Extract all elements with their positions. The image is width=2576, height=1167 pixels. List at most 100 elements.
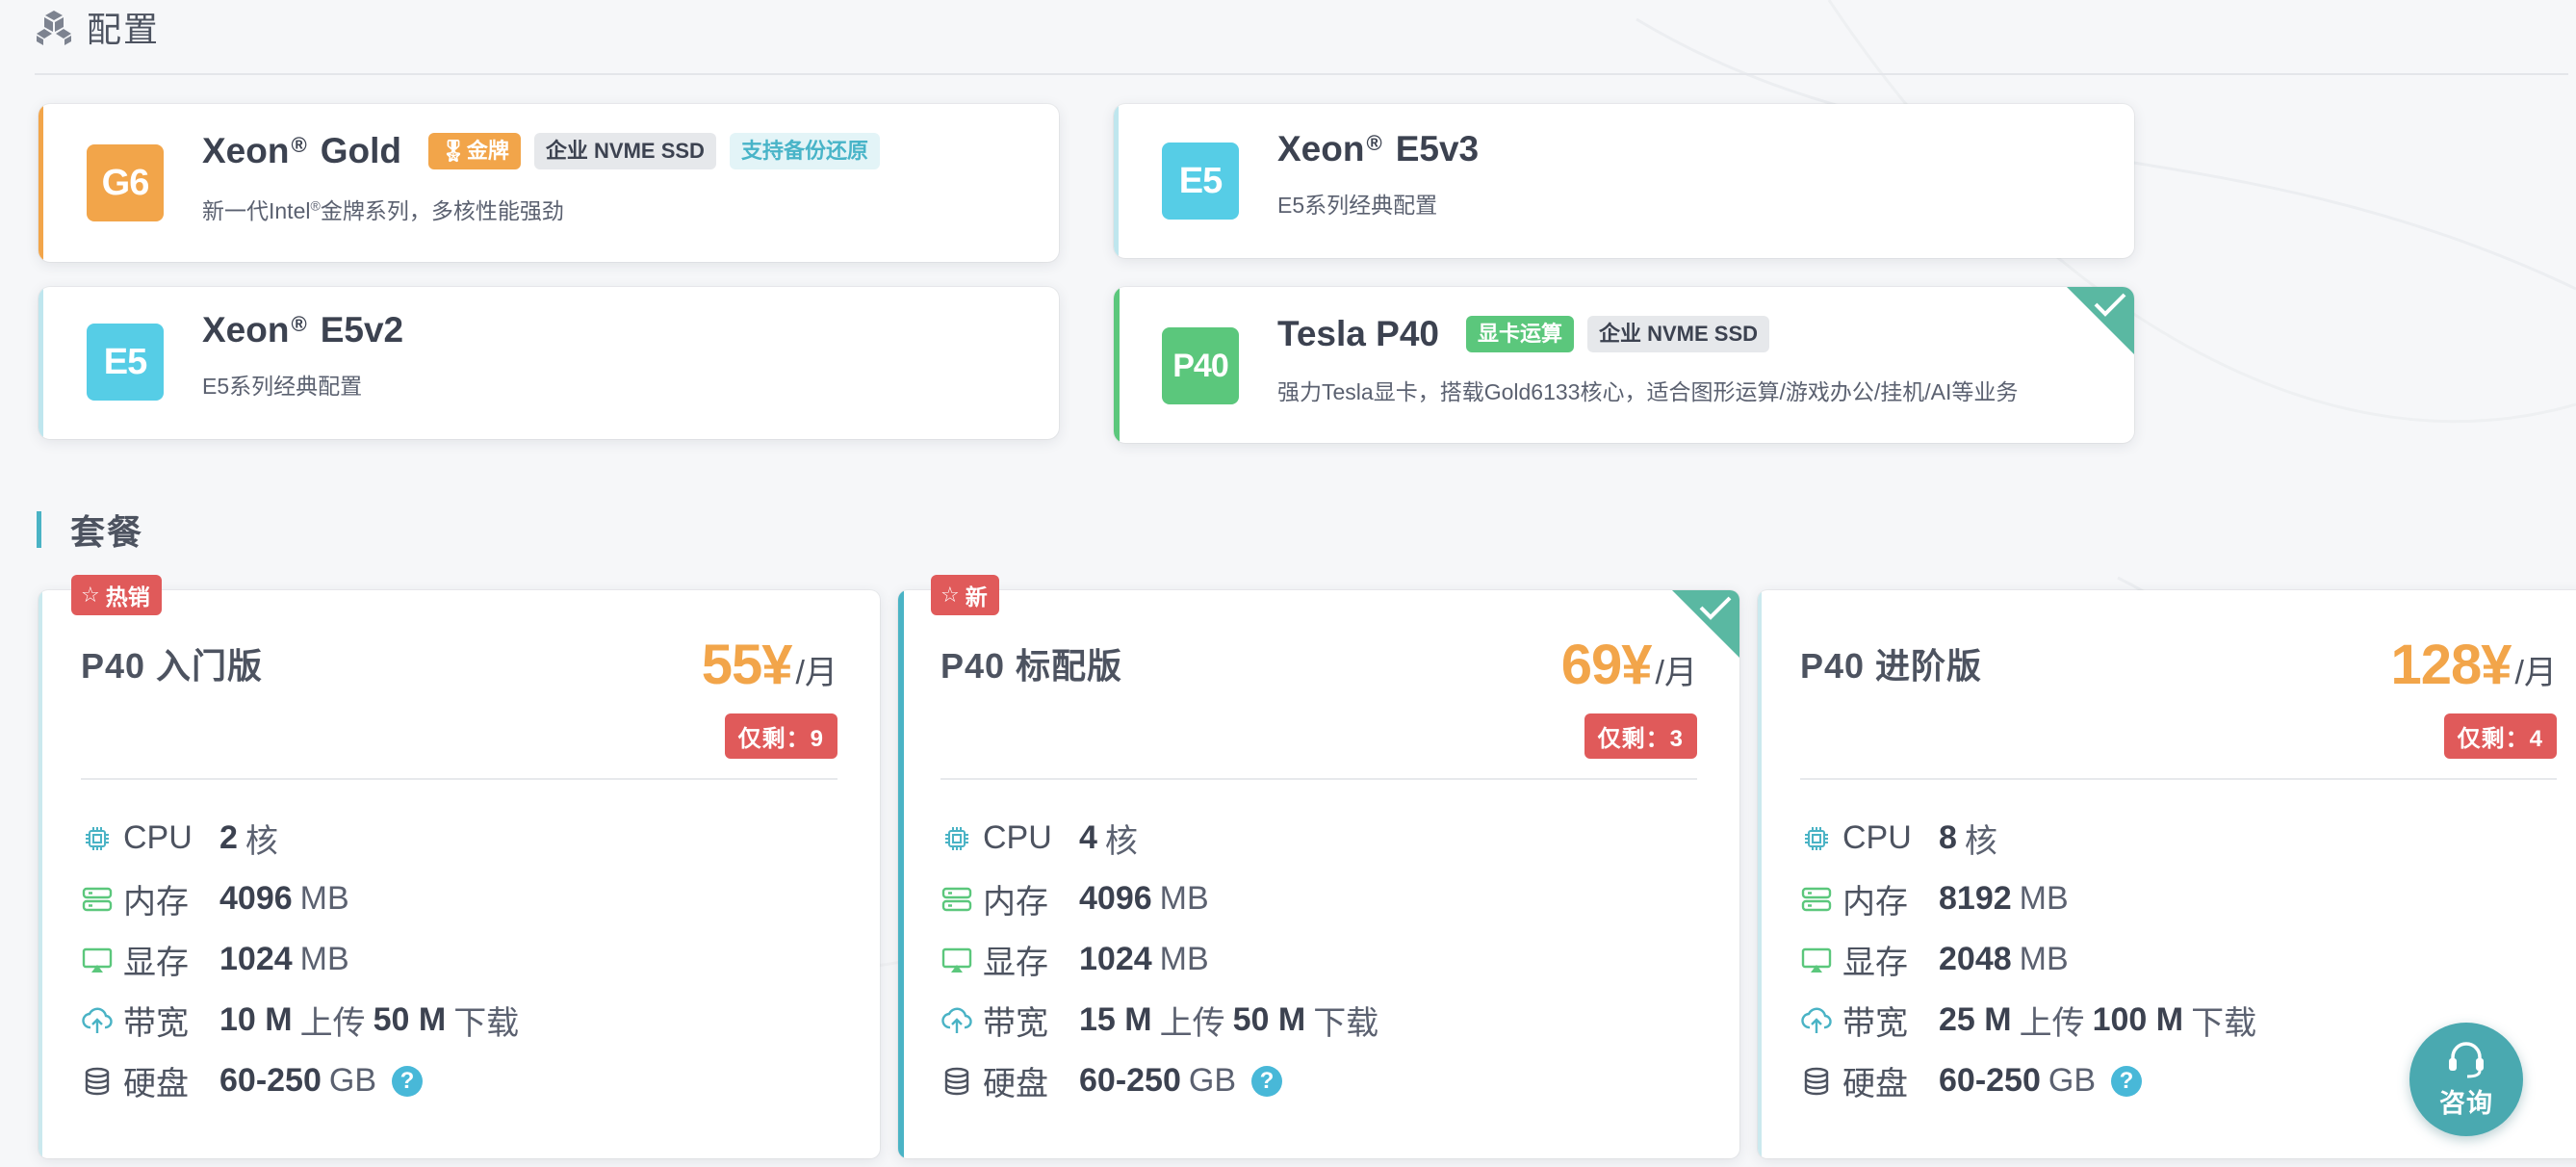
spec-unit: GB — [328, 1062, 376, 1099]
display-icon — [940, 944, 973, 976]
plan-name: P40 标配版 — [940, 646, 1123, 686]
plan-price: 128¥/月 — [2391, 633, 2557, 697]
spec-unit: MB — [1159, 941, 1209, 977]
spec-unit: GB — [2048, 1062, 2096, 1099]
config-name: Xeon ® E5v2 — [202, 310, 403, 350]
spec-value: 1024 — [219, 941, 293, 977]
spec-unit: GB — [1188, 1062, 1236, 1099]
database-icon — [1800, 1065, 1833, 1098]
hot-badge: ☆ 热销 — [71, 575, 162, 615]
packages-title: 套餐 — [70, 512, 144, 552]
card-accent-edge — [1114, 287, 1120, 443]
config-card-xeon-e5v2[interactable]: E5 Xeon ® E5v2 E5系列经典配置 — [39, 287, 1059, 439]
upload-icon — [1800, 1004, 1833, 1037]
spec-label: 带宽 — [123, 1005, 189, 1042]
plan-card-basic[interactable]: P40 入门版 55¥/月 仅剩：9 CPU 2 核 内存 4096 MB 显存 1024… — [39, 590, 880, 1158]
spec-unit: 下载 — [2191, 1005, 2257, 1042]
stock-badge: 仅剩：4 — [2443, 713, 2557, 759]
spec-value: 100 M — [2092, 1001, 2184, 1038]
config-name-suffix: E5v3 — [1395, 129, 1480, 169]
spec-vram: 显存 1024 MB — [81, 929, 527, 990]
config-description: E5系列经典配置 — [1277, 193, 1438, 218]
config-tags: 显卡运算 企业 NVME SSD — [1465, 316, 1770, 352]
spec-label: 硬盘 — [1842, 1066, 1908, 1102]
star-icon: ☆ — [940, 583, 960, 607]
config-name-suffix: Gold — [320, 131, 401, 170]
spec-unit: 下载 — [453, 1005, 520, 1042]
spec-label: 显存 — [123, 945, 189, 981]
config-name-suffix: E5v2 — [320, 310, 404, 350]
config-card-tesla-p40[interactable]: P40 Tesla P40 显卡运算 企业 NVME SSD 强力Tesla显卡… — [1114, 287, 2134, 443]
config-name-text: Xeon — [1277, 129, 1365, 169]
help-icon[interactable]: ? — [1251, 1065, 1282, 1097]
config-name: Xeon ® E5v3 — [1277, 129, 1479, 169]
spec-unit: 上传 — [2019, 1005, 2085, 1042]
packages-section-header: 套餐 — [37, 510, 143, 552]
spec-label: 显存 — [1842, 945, 1908, 981]
consult-button[interactable]: 咨询 — [2409, 1023, 2523, 1136]
cube-icon — [37, 11, 71, 45]
new-badge-label: 新 — [965, 584, 988, 609]
help-icon[interactable]: ? — [2111, 1065, 2142, 1097]
card-accent-edge — [39, 590, 42, 1158]
spec-disk: 硬盘 60-250 GB? — [940, 1050, 1386, 1111]
memory-icon — [1800, 883, 1833, 916]
spec-label: 内存 — [1842, 884, 1908, 921]
display-icon — [81, 944, 114, 976]
help-icon[interactable]: ? — [392, 1065, 423, 1097]
tag-gold: 🎖金牌 — [427, 133, 521, 169]
registered-mark: ® — [291, 312, 307, 336]
plan-card-standard[interactable]: P40 标配版 69¥/月 仅剩：3 CPU 4 核 内存 4096 MB 显存 1024… — [898, 590, 1739, 1158]
display-icon — [1800, 944, 1833, 976]
spec-value: 2 — [219, 819, 238, 856]
hot-badge-label: 热销 — [105, 584, 150, 609]
spec-label: 内存 — [123, 884, 189, 921]
check-icon — [2094, 293, 2126, 317]
spec-memory: 内存 4096 MB — [81, 869, 527, 929]
config-name-text: Xeon — [202, 131, 290, 170]
spec-unit: 上传 — [299, 1005, 366, 1042]
stock-badge: 仅剩：3 — [1584, 713, 1697, 759]
spec-label: 带宽 — [1842, 1005, 1908, 1042]
plan-name: P40 入门版 — [81, 646, 264, 686]
tag-gold-label: 金牌 — [466, 139, 509, 163]
config-card-xeon-e5v3[interactable]: E5 Xeon ® E5v3 E5系列经典配置 — [1114, 104, 2134, 258]
cpu-icon — [81, 822, 114, 855]
registered-mark: ® — [310, 197, 321, 214]
consult-label: 咨询 — [2439, 1088, 2493, 1118]
config-tags: 🎖金牌 企业 NVME SSD 支持备份还原 — [427, 133, 880, 169]
tag-backup-restore: 支持备份还原 — [729, 133, 880, 169]
tag-nvme-ssd: 企业 NVME SSD — [533, 133, 716, 169]
selected-corner — [2067, 287, 2134, 354]
price-value: 128¥ — [2390, 634, 2512, 696]
config-card-xeon-gold[interactable]: G6 Xeon ® Gold 🎖金牌 企业 NVME SSD 支持备份还原 新一代I… — [39, 104, 1059, 262]
selected-corner — [1672, 590, 1739, 658]
spec-unit: 核 — [1104, 823, 1138, 860]
spec-unit: 核 — [245, 823, 278, 860]
spec-unit: 下载 — [1313, 1005, 1379, 1042]
star-icon: ☆ — [81, 583, 100, 607]
config-name-text: Xeon — [202, 310, 290, 350]
header-divider — [35, 73, 2568, 75]
plan-price: 55¥/月 — [702, 633, 837, 697]
upload-icon — [81, 1004, 114, 1037]
spec-value: 4 — [1079, 819, 1097, 856]
config-description: E5系列经典配置 — [202, 374, 363, 399]
spec-value: 60-250 — [1939, 1062, 2041, 1099]
spec-vram: 显存 2048 MB — [1800, 929, 2264, 990]
spec-disk: 硬盘 60-250 GB? — [1800, 1050, 2264, 1111]
config-description: 强力Tesla显卡，搭载Gold6133核心，适合图形运算/游戏办公/挂机/AI… — [1277, 379, 2019, 404]
price-unit: /月 — [2514, 655, 2557, 691]
spec-unit: MB — [1159, 880, 1209, 917]
spec-unit: 上传 — [1159, 1005, 1225, 1042]
config-section-header: 配置 — [35, 0, 160, 54]
spec-label: CPU — [123, 819, 193, 856]
plan-divider — [81, 778, 837, 780]
spec-cpu: CPU 8 核 — [1800, 808, 2264, 869]
spec-label: 内存 — [983, 884, 1048, 921]
spec-unit: 核 — [1964, 823, 1997, 860]
spec-unit: MB — [299, 880, 349, 917]
config-description: 新一代Intel®金牌系列，多核性能强劲 — [202, 193, 564, 225]
desc-part: 金牌系列，多核性能强劲 — [320, 198, 564, 223]
config-badge-e5: E5 — [87, 324, 164, 401]
